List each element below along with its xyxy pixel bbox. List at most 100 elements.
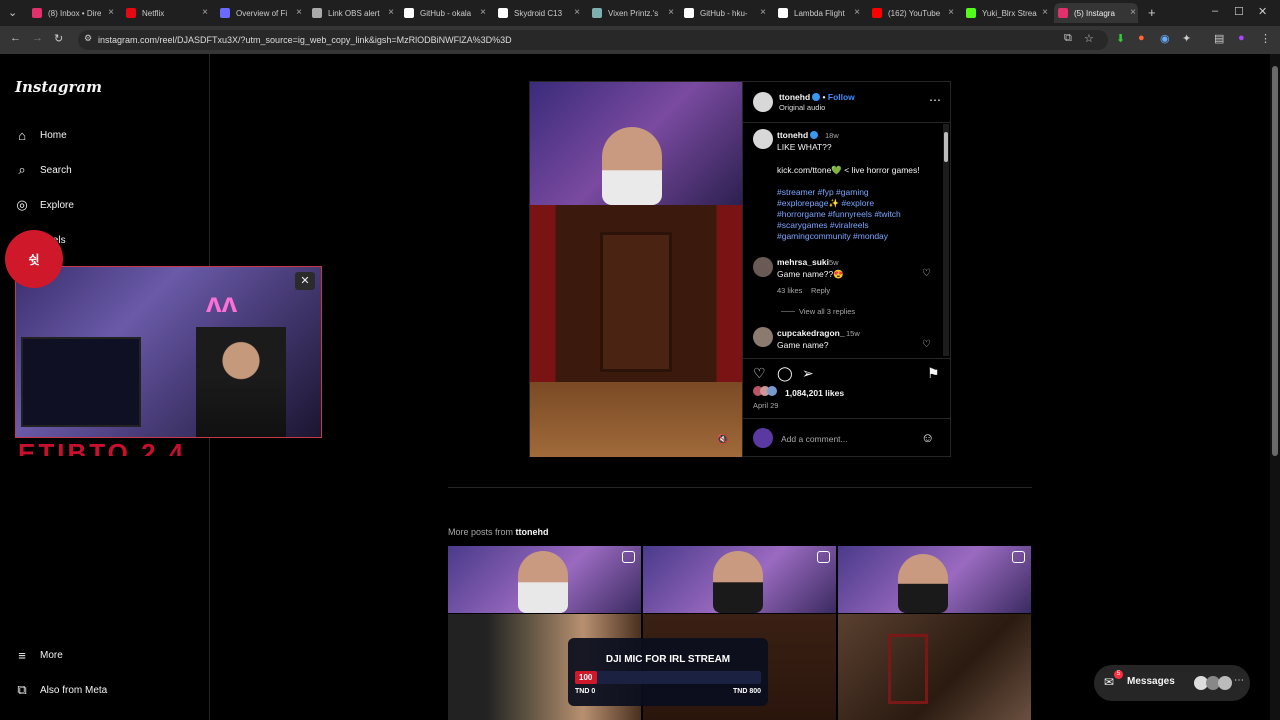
comment-avatar[interactable] [753, 327, 773, 347]
new-tab-icon[interactable]: + [1148, 5, 1156, 20]
browser-menu-icon[interactable]: ⋮ [1260, 32, 1271, 45]
caption-avatar[interactable] [753, 129, 773, 149]
minimize-icon[interactable]: – [1212, 5, 1218, 17]
close-tab-icon[interactable]: × [106, 7, 116, 18]
more-options-icon[interactable]: ⋯ [929, 93, 941, 107]
close-tab-icon[interactable]: × [572, 7, 582, 18]
url-input[interactable]: instagram.com/reel/DJASDFTxu3X/?utm_sour… [78, 30, 1108, 50]
nav-search-label: Search [40, 164, 72, 176]
site-info-icon[interactable]: ⚙ [84, 33, 92, 44]
audio-label[interactable]: Original audio [779, 103, 825, 112]
browser-tab[interactable]: Skydroid C13 × [494, 3, 582, 23]
save-icon[interactable]: ⚑ [927, 365, 940, 382]
comment-like-icon[interactable]: ♡ [922, 268, 931, 279]
close-tab-icon[interactable]: × [294, 7, 304, 18]
close-window-icon[interactable]: ✕ [1258, 5, 1267, 18]
close-tab-icon[interactable]: × [1128, 7, 1138, 18]
browser-tab[interactable]: Yuki_Blrx Strea × [962, 3, 1050, 23]
post-thumbnail[interactable] [838, 546, 1031, 613]
caption-author[interactable]: ttonehd [777, 130, 819, 140]
more-posts-author[interactable]: ttonehd [516, 527, 549, 537]
extension-fire-icon[interactable]: ● [1138, 32, 1145, 44]
comment-icon[interactable]: ◯ [777, 365, 793, 382]
browser-tab[interactable]: Netflix × [122, 3, 210, 23]
thumbnail-streamer [518, 551, 568, 613]
comment-avatar[interactable] [753, 257, 773, 277]
comment-like-icon[interactable]: ♡ [922, 339, 931, 350]
post-thumbnail[interactable] [643, 546, 836, 613]
follow-button[interactable]: Follow [828, 92, 855, 102]
browser-tab[interactable]: (8) Inbox • Dire × [28, 3, 116, 23]
author-avatar[interactable] [753, 92, 773, 112]
install-app-icon[interactable]: ⧉ [1064, 32, 1072, 45]
close-tab-icon[interactable]: × [946, 7, 956, 18]
profile-icon[interactable]: ● [1238, 32, 1245, 44]
extension-audio-icon[interactable]: ◉ [1160, 32, 1170, 45]
hashtags-line[interactable]: #streamer #fyp #gaming [777, 187, 869, 197]
hashtags-line[interactable]: #horrorgame #funnyreels #twitch [777, 209, 901, 219]
reload-icon[interactable]: ↻ [54, 32, 63, 45]
comment-user[interactable]: mehrsa_suki [777, 257, 829, 267]
close-tab-icon[interactable]: × [1040, 7, 1050, 18]
nav-home[interactable]: ⌂ Home [14, 127, 67, 143]
hashtags-line[interactable]: #scarygames #viralreels [777, 220, 869, 230]
caption-age: 18w [825, 131, 839, 140]
reel-video[interactable]: 🔇 [530, 82, 742, 457]
comment-reply-button[interactable]: Reply [811, 286, 830, 295]
comment-likes[interactable]: 43 likes [777, 286, 802, 295]
tab-search-icon[interactable]: ⌄ [8, 6, 17, 19]
messages-button[interactable]: ✉ 5 Messages ⋯ [1094, 665, 1250, 701]
sidebar-panel-icon[interactable]: ▤ [1214, 32, 1224, 45]
browser-tab[interactable]: GitHub - okala × [400, 3, 488, 23]
browser-tab[interactable]: Lambda Flight × [774, 3, 862, 23]
author-name[interactable]: ttonehd [779, 92, 810, 102]
browser-tab[interactable]: Vixen Printz.'s × [588, 3, 676, 23]
instagram-logo[interactable]: Instagram [15, 78, 102, 96]
comments-scroll-thumb[interactable] [944, 132, 948, 162]
nav-more[interactable]: ≡ More [14, 647, 63, 663]
mute-icon[interactable]: 🔇 [717, 434, 728, 445]
nav-also-from-meta[interactable]: ⧉ Also from Meta [14, 682, 107, 698]
tab-favicon-icon [778, 8, 788, 18]
page-scroll-thumb[interactable] [1272, 66, 1278, 456]
close-tab-icon[interactable]: × [758, 7, 768, 18]
emoji-icon[interactable]: ☺ [921, 430, 934, 445]
close-tab-icon[interactable]: × [852, 7, 862, 18]
browser-tab[interactable]: (5) Instagra × [1054, 3, 1138, 23]
browser-tab[interactable]: Link OBS alert × [308, 3, 396, 23]
post-header-author[interactable]: ttonehd • Follow [779, 92, 855, 102]
close-tab-icon[interactable]: × [666, 7, 676, 18]
maximize-icon[interactable]: ☐ [1234, 5, 1244, 18]
page-scrollbar[interactable] [1270, 54, 1280, 720]
close-tab-icon[interactable]: × [386, 7, 396, 18]
tab-title: GitHub - hku- [700, 8, 748, 18]
extensions-icon[interactable]: ✦ [1182, 32, 1191, 45]
close-tab-icon[interactable]: × [478, 7, 488, 18]
browser-tab[interactable]: (162) YouTube × [868, 3, 956, 23]
forward-icon[interactable]: → [32, 32, 43, 44]
comments-scrollbar[interactable] [943, 124, 949, 356]
comment-user[interactable]: cupcakedragon_ [777, 328, 845, 338]
caption-author-name[interactable]: ttonehd [777, 130, 808, 140]
close-overlay-icon[interactable]: ✕ [295, 272, 315, 290]
browser-tab[interactable]: Overview of Fi × [216, 3, 304, 23]
browser-tab[interactable]: GitHub - hku- × [680, 3, 768, 23]
hashtags-line[interactable]: #explorepage✨ #explore [777, 198, 874, 209]
browser-tab-bar: ⌄ (8) Inbox • Dire × Netflix × Overview of F… [0, 0, 1280, 26]
post-thumbnail[interactable] [838, 614, 1031, 720]
tab-title: Lambda Flight [794, 8, 845, 18]
extension-download-icon[interactable]: ⬇ [1116, 32, 1125, 45]
share-icon[interactable]: ➢ [802, 365, 814, 382]
hashtags-line[interactable]: #gamingcommunity #monday [777, 231, 888, 241]
bookmark-star-icon[interactable]: ☆ [1084, 32, 1094, 45]
view-replies-button[interactable]: View all 3 replies [799, 307, 855, 316]
back-icon[interactable]: ← [10, 32, 21, 44]
add-comment-input[interactable]: Add a comment... [781, 434, 848, 444]
nav-explore[interactable]: ◎ Explore [14, 197, 74, 213]
likes-count[interactable]: 1,084,201 likes [785, 388, 844, 398]
like-icon[interactable]: ♡ [753, 365, 766, 382]
close-tab-icon[interactable]: × [200, 7, 210, 18]
home-icon: ⌂ [18, 127, 26, 143]
nav-search[interactable]: ⌕ Search [14, 162, 72, 178]
post-thumbnail[interactable] [448, 546, 641, 613]
